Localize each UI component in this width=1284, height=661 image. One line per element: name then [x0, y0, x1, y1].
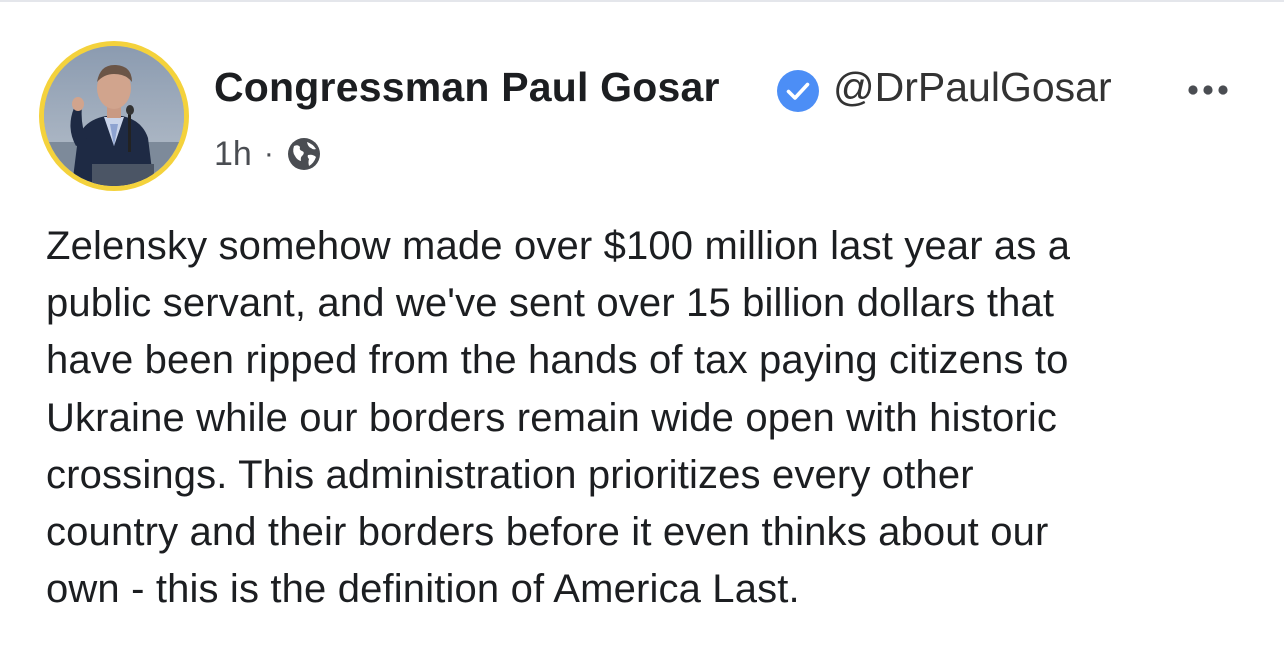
- post-meta: 1h ·: [214, 134, 322, 174]
- globe-icon[interactable]: [286, 136, 322, 172]
- avatar[interactable]: [39, 41, 189, 191]
- author-name[interactable]: Congressman Paul Gosar: [214, 64, 720, 111]
- post-text-line: Ukraine while our borders remain wide op…: [46, 395, 1058, 440]
- author-handle[interactable]: @DrPaulGosar: [833, 64, 1112, 111]
- ellipsis-icon: [1188, 85, 1228, 95]
- post-text-line: Zelensky somehow made over $100 million …: [46, 224, 1071, 268]
- verified-badge-icon: [776, 69, 820, 113]
- profile-photo-icon: [44, 46, 184, 186]
- post-card: Congressman Paul Gosar @DrPaulGosar 1h ·…: [0, 0, 1284, 661]
- post-text: Zelensky somehow made over $100 million …: [46, 218, 1246, 618]
- post-text-line: own - this is the definition of America …: [46, 567, 800, 612]
- post-text-line: have been ripped from the hands of tax p…: [46, 338, 1069, 383]
- more-options-button[interactable]: [1180, 76, 1236, 104]
- post-text-line: country and their borders before it even…: [46, 510, 1049, 555]
- post-timestamp[interactable]: 1h: [214, 135, 252, 174]
- post-text-line: crossings. This administration prioritiz…: [46, 452, 974, 497]
- meta-separator: ·: [263, 137, 274, 170]
- post-text-line: public servant, and we've sent over 15 b…: [46, 281, 1055, 326]
